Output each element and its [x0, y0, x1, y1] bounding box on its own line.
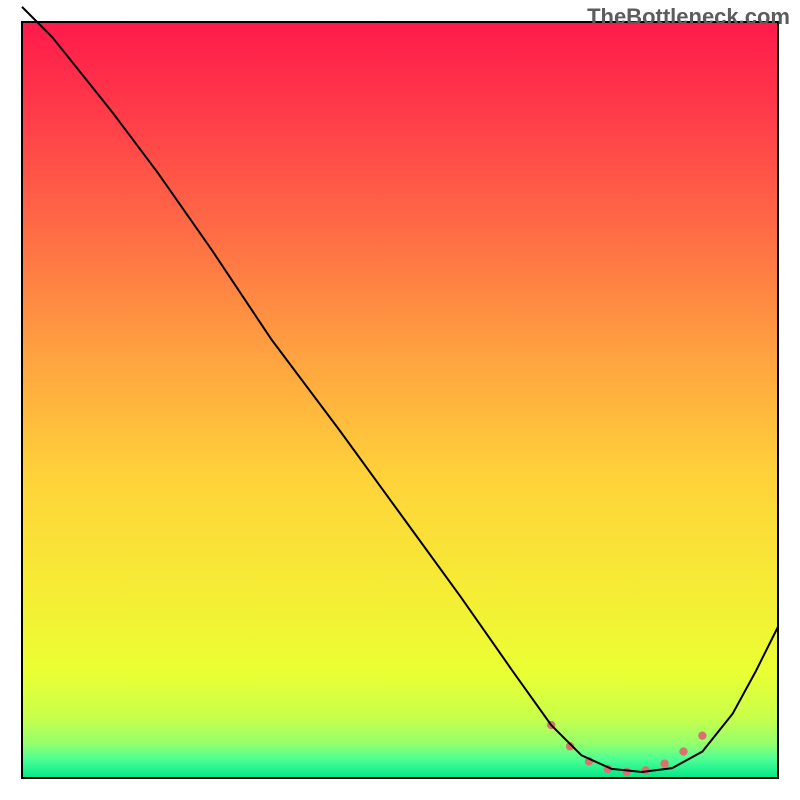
optimal-band-dot	[698, 731, 706, 739]
optimal-band-dot	[623, 768, 631, 776]
watermark-text: TheBottleneck.com	[587, 4, 790, 30]
plot-background	[22, 22, 778, 778]
optimal-band-dot	[660, 759, 668, 767]
optimal-band-dot	[679, 747, 687, 755]
plot-area	[22, 7, 778, 778]
bottleneck-chart	[0, 0, 800, 800]
